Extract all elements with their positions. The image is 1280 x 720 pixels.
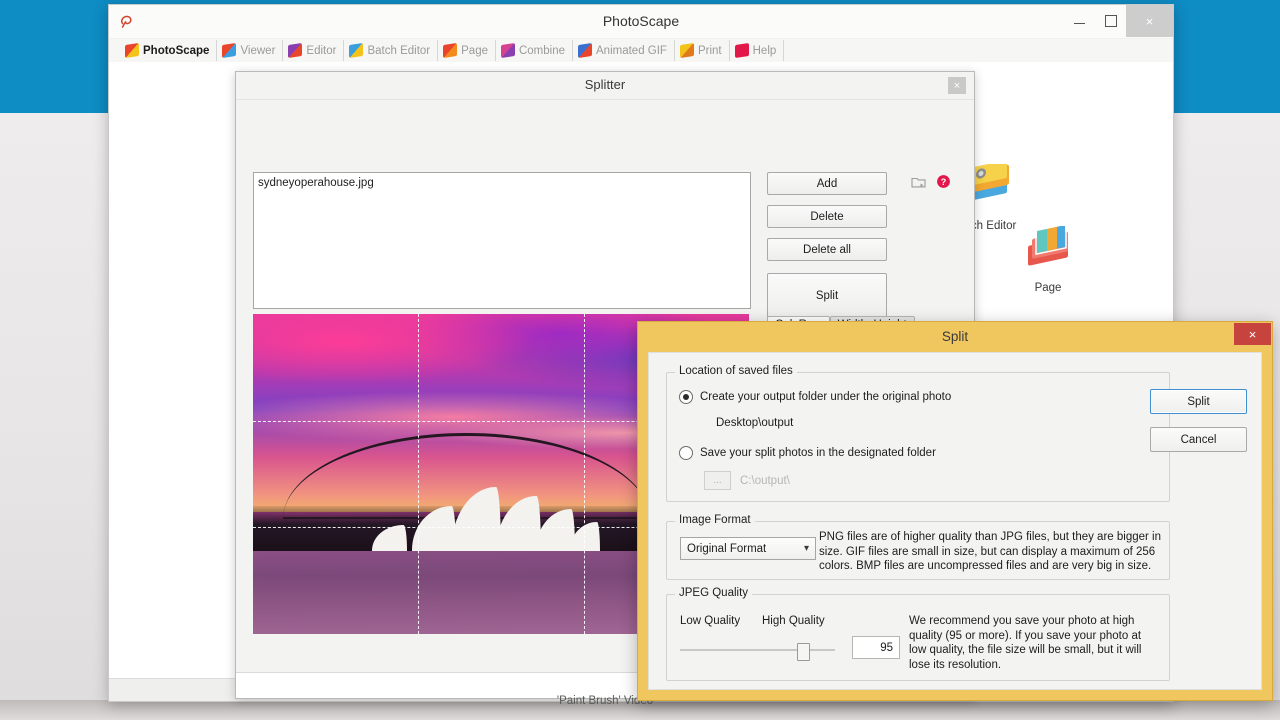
print-tab-icon [680, 43, 694, 58]
splitter-close-button[interactable]: × [948, 77, 966, 94]
radio-designated-folder[interactable]: Save your split photos in the designated… [679, 446, 936, 460]
viewer-tab-icon [222, 43, 236, 58]
tab-print[interactable]: Print [675, 40, 730, 61]
high-quality-label: High Quality [762, 615, 825, 627]
window-controls: × [1064, 5, 1173, 37]
maximize-button[interactable] [1095, 5, 1126, 37]
main-titlebar: PhotoScape × [109, 5, 1173, 39]
minimize-icon [1074, 23, 1085, 24]
designated-folder-row: ... C:\output\ [704, 471, 790, 490]
jpeg-quality-value-input[interactable]: 95 [852, 636, 900, 659]
batch-editor-tab-icon [349, 43, 363, 58]
split-gridline-vertical [418, 314, 419, 634]
editor-tab-icon [288, 43, 302, 58]
radio-button-icon[interactable] [679, 390, 693, 404]
delete-button[interactable]: Delete [767, 205, 887, 228]
split-dialog-title: Split [638, 329, 1272, 344]
help-tab-icon [735, 43, 749, 58]
workarea-icon-page[interactable]: Page [1000, 226, 1096, 294]
tab-label: Page [461, 45, 488, 57]
tab-combine[interactable]: Combine [496, 40, 573, 61]
browse-folder-button[interactable]: ... [704, 471, 731, 490]
tab-label: Animated GIF [596, 45, 667, 57]
split-dialog-titlebar: Split × [638, 322, 1272, 352]
splitter-button-column: Add Delete Delete all Split [767, 172, 885, 329]
cancel-button[interactable]: Cancel [1150, 427, 1247, 452]
add-button[interactable]: Add [767, 172, 887, 195]
tab-viewer[interactable]: Viewer [217, 40, 283, 61]
split-dialog-close-button[interactable]: × [1234, 323, 1271, 345]
tab-photoscape[interactable]: PhotoScape [120, 40, 217, 61]
jpeg-quality-description: We recommend you save your photo at high… [909, 614, 1161, 673]
radio-original-folder[interactable]: Create your output folder under the orig… [679, 390, 951, 404]
slider-track [680, 649, 835, 651]
jpeg-quality-legend: JPEG Quality [675, 587, 752, 599]
jpeg-quality-slider[interactable] [680, 643, 835, 657]
splitter-mini-icons: ? [911, 174, 951, 189]
image-format-legend: Image Format [675, 514, 755, 526]
split-gridline-vertical [584, 314, 585, 634]
original-folder-path: Desktop\output [716, 417, 793, 429]
folder-open-icon[interactable] [911, 174, 926, 189]
splitter-titlebar: Splitter × [236, 72, 974, 100]
list-item[interactable]: sydneyoperahouse.jpg [254, 173, 750, 189]
tab-label: Viewer [240, 45, 275, 57]
photoscape-main-window: PhotoScape × PhotoScape Viewer Editor Batch… [108, 4, 1174, 702]
svg-text:?: ? [941, 177, 947, 187]
combine-tab-icon [501, 43, 515, 58]
tab-label: Batch Editor [367, 45, 430, 57]
split-dialog-buttons: Split Cancel [1150, 389, 1245, 465]
animated-gif-tab-icon [578, 43, 592, 58]
tab-label: Print [698, 45, 722, 57]
tab-batch-editor[interactable]: Batch Editor [344, 40, 438, 61]
split-button[interactable]: Split [767, 273, 887, 319]
workarea-icon-label: Page [1000, 282, 1096, 294]
tab-page[interactable]: Page [438, 40, 496, 61]
image-format-group: Image Format Original Format ▾ PNG files… [666, 521, 1170, 580]
close-button[interactable]: × [1126, 5, 1173, 37]
tab-label: Help [753, 45, 777, 57]
image-format-selected-value: Original Format [687, 543, 766, 555]
low-quality-label: Low Quality [680, 615, 740, 627]
page-icon [1000, 226, 1096, 278]
location-group-legend: Location of saved files [675, 365, 797, 377]
page-tab-icon [443, 43, 457, 58]
radio-button-icon[interactable] [679, 446, 693, 460]
maximize-icon [1105, 15, 1117, 27]
main-tabstrip: PhotoScape Viewer Editor Batch Editor Page Co… [109, 39, 1173, 63]
split-confirm-button[interactable]: Split [1150, 389, 1247, 414]
tab-help[interactable]: Help [730, 40, 785, 61]
splitter-file-list[interactable]: sydneyoperahouse.jpg [253, 172, 751, 309]
delete-all-button[interactable]: Delete all [767, 238, 887, 261]
jpeg-quality-group: JPEG Quality Low Quality High Quality 95… [666, 594, 1170, 681]
tab-label: Editor [306, 45, 336, 57]
tab-label: PhotoScape [143, 45, 209, 57]
screen: PhotoScape × PhotoScape Viewer Editor Batch… [0, 0, 1280, 720]
photoscape-tab-icon [125, 43, 139, 58]
radio-original-folder-label: Create your output folder under the orig… [700, 391, 951, 403]
tab-label: Combine [519, 45, 565, 57]
splitter-title: Splitter [236, 77, 974, 92]
tab-editor[interactable]: Editor [283, 40, 344, 61]
radio-designated-folder-label: Save your split photos in the designated… [700, 447, 936, 459]
main-window-title: PhotoScape [109, 13, 1173, 29]
split-dialog-body: Location of saved files Create your outp… [648, 352, 1262, 690]
image-format-select[interactable]: Original Format ▾ [680, 537, 816, 560]
minimize-button[interactable] [1064, 5, 1095, 37]
split-dialog: Split × Location of saved files Create y… [637, 321, 1273, 701]
chevron-down-icon[interactable]: ▾ [804, 543, 809, 554]
designated-folder-path-input[interactable]: C:\output\ [740, 475, 790, 487]
help-question-icon[interactable]: ? [936, 174, 951, 189]
tab-animated-gif[interactable]: Animated GIF [573, 40, 675, 61]
image-format-description: PNG files are of higher quality than JPG… [819, 530, 1161, 574]
slider-thumb[interactable] [797, 643, 810, 661]
location-group: Location of saved files Create your outp… [666, 372, 1170, 502]
